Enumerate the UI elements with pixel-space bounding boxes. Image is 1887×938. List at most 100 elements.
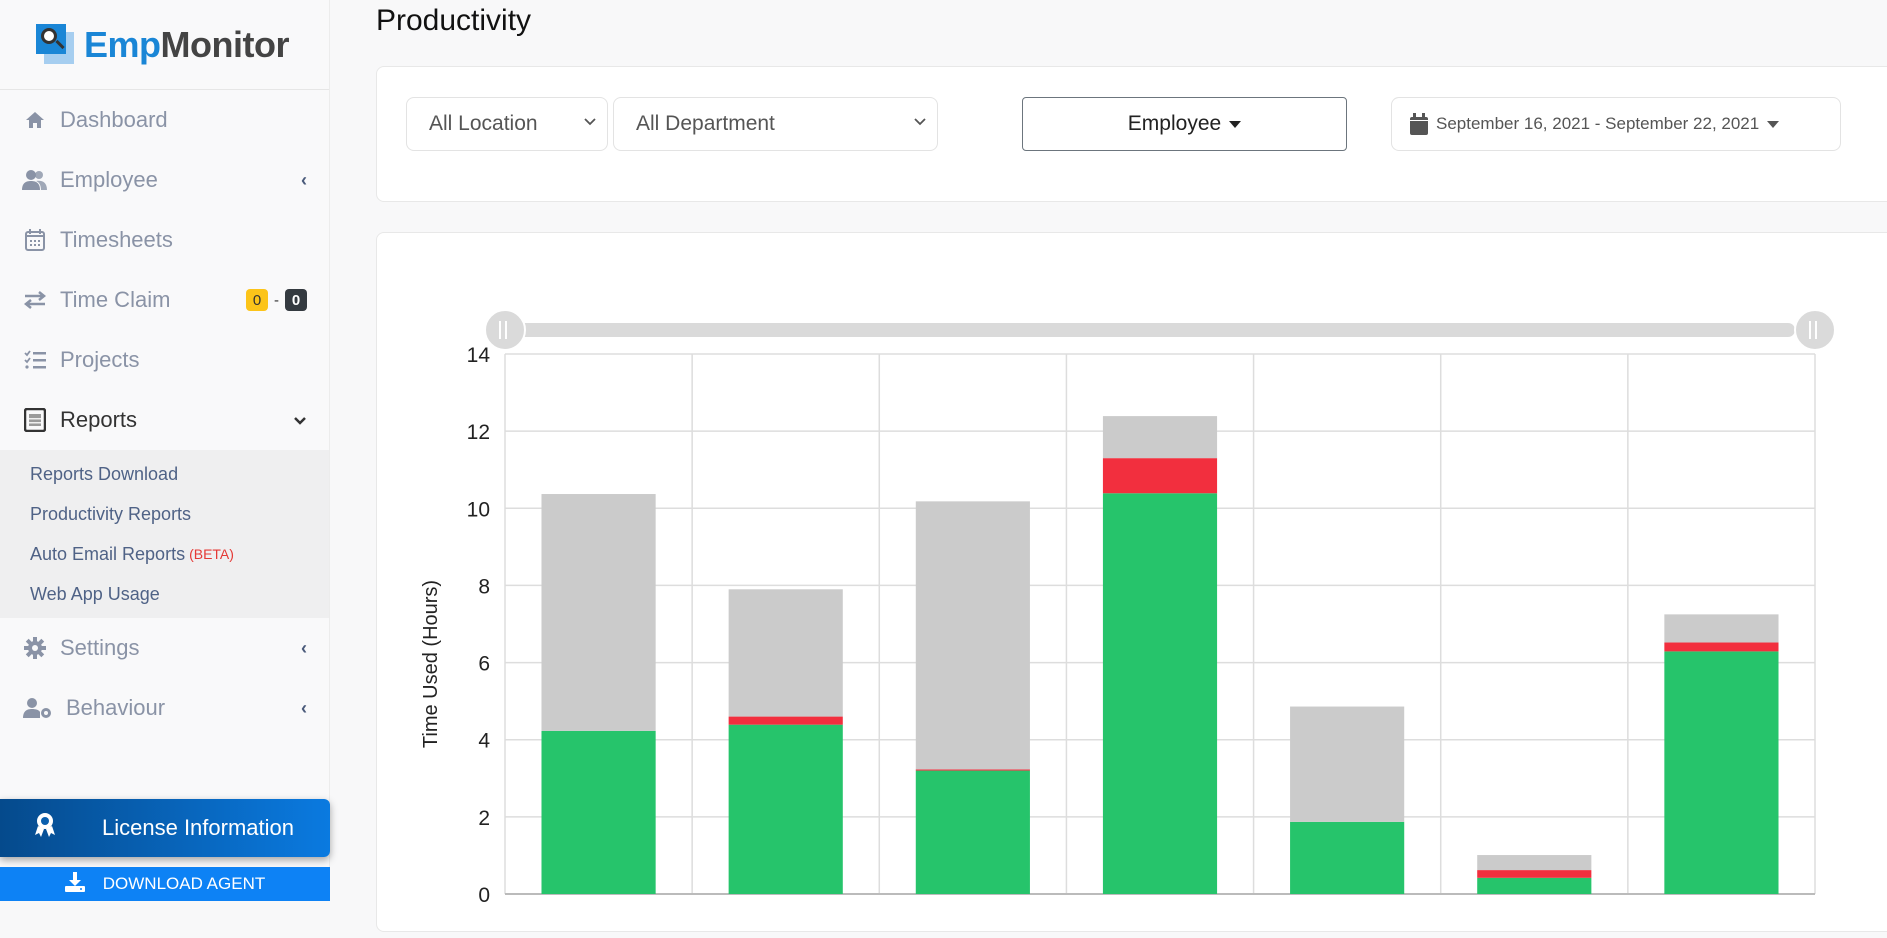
submenu-item-auto-email-reports[interactable]: Auto Email Reports (BETA) [0, 534, 329, 574]
chevron-down-icon [913, 114, 927, 132]
bar-segment-neutral[interactable] [541, 494, 656, 731]
main-content: Productivity All Location All Department… [331, 0, 1887, 932]
bar-segment-productive[interactable] [541, 730, 656, 894]
calendar-icon [22, 229, 48, 251]
submenu-item-reports-download[interactable]: Reports Download [0, 454, 329, 494]
bar-segment-productive[interactable] [915, 770, 1030, 894]
y-tick-label: 8 [478, 575, 490, 598]
bar-segment-productive[interactable] [1290, 821, 1405, 894]
employee-button-label: Employee [1127, 112, 1222, 135]
range-slider[interactable] [484, 309, 1836, 351]
sidebar-item-time-claim[interactable]: Time Claim 0 - 0 [0, 270, 329, 330]
sidebar-item-label: Timesheets [60, 227, 173, 252]
submenu-label: Web App Usage [30, 583, 160, 604]
beta-tag: (BETA) [189, 546, 234, 562]
download-label: DOWNLOAD AGENT [102, 874, 266, 893]
submenu-item-productivity-reports[interactable]: Productivity Reports [0, 494, 329, 534]
exchange-icon [22, 291, 48, 309]
chevron-left-icon: ‹ [301, 169, 307, 190]
download-icon [64, 871, 85, 897]
sidebar-item-reports[interactable]: Reports [0, 390, 329, 450]
sidebar-item-label: Time Claim [60, 287, 171, 312]
report-icon [22, 408, 48, 432]
bar-segment-productive[interactable] [1102, 493, 1218, 894]
department-value: All Department [636, 112, 775, 135]
bar-segment-unproductive[interactable] [728, 716, 843, 725]
license-label: License Information [102, 815, 294, 840]
pending-claims-badge: 0 [246, 289, 268, 311]
submenu-item-web-app-usage[interactable]: Web App Usage [0, 574, 329, 614]
calendar-icon [1410, 113, 1428, 135]
sidebar-item-projects[interactable]: Projects [0, 330, 329, 390]
sidebar-item-label: Dashboard [60, 107, 168, 132]
sidebar-item-behaviour[interactable]: Behaviour ‹ [0, 678, 329, 738]
y-tick-label: 4 [478, 730, 490, 753]
bar-segment-neutral[interactable] [915, 501, 1030, 770]
employee-dropdown-button[interactable]: Employee [1022, 97, 1347, 151]
date-range-picker[interactable]: September 16, 2021 - September 22, 2021 [1391, 97, 1841, 151]
y-tick-label: 12 [467, 421, 490, 444]
users-icon [22, 169, 48, 191]
time-claim-badges: 0 - 0 [246, 289, 307, 311]
sidebar-item-employee[interactable]: Employee ‹ [0, 150, 329, 210]
caret-down-icon [1767, 120, 1780, 128]
y-axis-label: Time Used (Hours) [420, 580, 442, 748]
submenu-label: Reports Download [30, 463, 179, 484]
sidebar-item-label: Settings [60, 635, 140, 660]
y-tick-label: 2 [478, 807, 490, 830]
home-icon [22, 111, 48, 129]
logo[interactable]: EmpMonitor [0, 0, 329, 90]
y-tick-label: 0 [478, 884, 490, 907]
submenu-label: Auto Email Reports [30, 543, 186, 564]
y-tick-label: 6 [478, 653, 490, 676]
chevron-left-icon: ‹ [301, 697, 307, 718]
bar-segment-unproductive[interactable] [1102, 458, 1218, 494]
filter-card: All Location All Department Employee Sep… [376, 66, 1887, 202]
y-tick-label: 14 [467, 344, 491, 367]
logo-text: EmpMonitor [84, 23, 289, 65]
logo-icon [36, 23, 78, 66]
award-icon [34, 812, 56, 844]
sidebar-item-label: Behaviour [66, 695, 166, 720]
bar-segment-neutral[interactable] [1477, 855, 1592, 871]
gear-icon [22, 637, 48, 659]
bar-segment-productive[interactable] [1477, 877, 1592, 894]
reports-submenu: Reports Download Productivity Reports Au… [0, 450, 329, 618]
sidebar-item-dashboard[interactable]: Dashboard [0, 90, 329, 150]
sidebar-item-timesheets[interactable]: Timesheets [0, 210, 329, 270]
location-value: All Location [429, 112, 538, 135]
chevron-down-icon [583, 114, 597, 132]
bar-segment-neutral[interactable] [1290, 706, 1405, 822]
location-select[interactable]: All Location [406, 97, 608, 151]
date-range-value: September 16, 2021 - September 22, 2021 [1436, 114, 1760, 133]
bar-segment-neutral[interactable] [728, 589, 843, 717]
download-agent-button[interactable]: DOWNLOAD AGENT [0, 867, 330, 901]
chevron-down-icon [293, 410, 307, 431]
sidebar-item-label: Reports [60, 407, 138, 432]
slider-track[interactable] [505, 323, 1795, 337]
chevron-left-icon: ‹ [301, 637, 307, 658]
bar-segment-productive[interactable] [1664, 651, 1779, 894]
tasks-icon [22, 350, 48, 370]
bar-segment-neutral[interactable] [1664, 614, 1779, 643]
slider-handle-left[interactable] [484, 309, 526, 351]
sidebar: EmpMonitor Dashboard Employee ‹ Timeshee… [0, 0, 330, 901]
bar-segment-productive[interactable] [728, 724, 843, 894]
bar-segment-neutral[interactable] [1102, 416, 1218, 459]
bar-segment-unproductive[interactable] [1477, 870, 1592, 878]
submenu-label: Productivity Reports [30, 503, 192, 524]
department-select[interactable]: All Department [613, 97, 938, 151]
bar-segment-unproductive[interactable] [915, 769, 1030, 771]
sidebar-item-label: Employee [60, 167, 158, 192]
license-information-button[interactable]: License Information [0, 799, 330, 857]
sidebar-item-settings[interactable]: Settings ‹ [0, 618, 329, 678]
bar-segment-unproductive[interactable] [1664, 642, 1779, 652]
y-tick-label: 10 [467, 498, 490, 521]
chart-card: 0 2 4 6 8 10 12 14 Time Used (Hours) [376, 232, 1887, 932]
caret-down-icon [1229, 120, 1242, 128]
slider-handle-right[interactable] [1794, 309, 1836, 351]
sidebar-item-label: Projects [60, 347, 140, 372]
user-cog-icon [22, 697, 54, 719]
badge-separator: - [274, 291, 279, 309]
productivity-chart: 0 2 4 6 8 10 12 14 Time Used (Hours) [420, 309, 1836, 907]
